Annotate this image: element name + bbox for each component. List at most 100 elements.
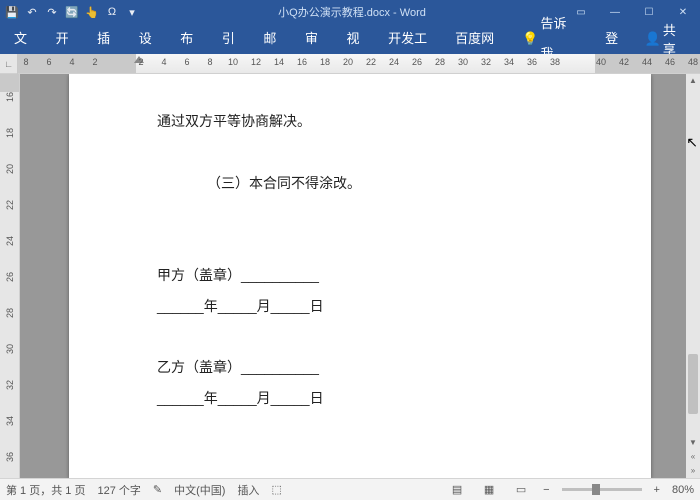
ruler-tick: 34 [504, 57, 514, 67]
document-title: 小Q办公演示教程.docx - Word [140, 4, 564, 20]
ruler-tick: 2 [92, 57, 97, 67]
ruler-tick: 10 [228, 57, 238, 67]
ruler-tick: 42 [619, 57, 629, 67]
ribbon-tabs: 文件 开始 插入 设计 布局 引用 邮件 审阅 视图 开发工具 百度网盘 💡 告… [0, 24, 700, 54]
paragraph[interactable]: ______年_____月_____日 [157, 291, 563, 322]
language[interactable]: 中文(中国) [174, 482, 225, 498]
zoom-level[interactable]: 80% [672, 484, 694, 496]
tab-developer[interactable]: 开发工具 [380, 24, 447, 54]
ruler-tick: 20 [5, 164, 15, 174]
tab-file[interactable]: 文件 [6, 24, 48, 54]
zoom-slider[interactable] [562, 488, 642, 491]
ruler-tick: 22 [366, 57, 376, 67]
share-label: 共享 [663, 20, 688, 58]
ruler-tick: 44 [642, 57, 652, 67]
tab-insert[interactable]: 插入 [89, 24, 131, 54]
tab-selector[interactable]: ∟ [0, 54, 18, 74]
paragraph[interactable]: ______年_____月_____日 [157, 383, 563, 414]
tab-review[interactable]: 审阅 [297, 24, 339, 54]
workspace: 161820222426283032343638 通过双方平等协商解决。 （三）… [0, 74, 700, 478]
minimize-icon[interactable]: — [598, 0, 632, 24]
tab-layout[interactable]: 布局 [172, 24, 214, 54]
paragraph[interactable]: 通过双方平等协商解决。 [157, 106, 563, 137]
ruler-tick: 14 [274, 57, 284, 67]
tell-me[interactable]: 💡 告诉我... [514, 24, 597, 54]
ruler-tick: 36 [527, 57, 537, 67]
vertical-ruler[interactable]: 161820222426283032343638 [0, 74, 20, 478]
sync-icon[interactable]: 🔄 [64, 4, 80, 20]
paragraph[interactable]: 乙方（盖章）__________ [157, 352, 563, 383]
insert-mode[interactable]: 插入 [237, 482, 259, 498]
document-page[interactable]: 通过双方平等协商解决。 （三）本合同不得涂改。 甲方（盖章）__________… [69, 74, 651, 478]
ruler-tick: 8 [207, 57, 212, 67]
read-mode-icon[interactable]: ▤ [447, 482, 467, 498]
ruler-tick: 20 [343, 57, 353, 67]
web-layout-icon[interactable]: ▭ [511, 482, 531, 498]
zoom-knob[interactable] [592, 484, 600, 495]
save-icon[interactable]: 💾 [4, 4, 20, 20]
tab-design[interactable]: 设计 [131, 24, 173, 54]
paragraph[interactable]: 甲方（盖章）__________ [157, 260, 563, 291]
ruler-tick: 6 [184, 57, 189, 67]
ruler-tick: 38 [550, 57, 560, 67]
ruler-tick: 6 [46, 57, 51, 67]
ruler-tick: 24 [389, 57, 399, 67]
ruler-tick: 34 [5, 416, 15, 426]
tab-baidu[interactable]: 百度网盘 [447, 24, 514, 54]
ruler-tick: 28 [435, 57, 445, 67]
ruler-tick: 36 [5, 452, 15, 462]
ruler-tick: 40 [596, 57, 606, 67]
scroll-down-icon[interactable]: ▼ [686, 436, 700, 450]
title-bar: 💾 ↶ ↷ 🔄 👆 Ω ▾ 小Q办公演示教程.docx - Word ▭ — ☐… [0, 0, 700, 24]
lightbulb-icon: 💡 [522, 24, 538, 54]
ruler-tick: 26 [5, 272, 15, 282]
status-bar: 第 1 页，共 1 页 127 个字 ✎ 中文(中国) 插入 ⬚ ▤ ▦ ▭ −… [0, 478, 700, 500]
scroll-thumb[interactable] [688, 354, 698, 414]
macro-icon[interactable]: ⬚ [271, 483, 281, 496]
ruler-tick: 30 [458, 57, 468, 67]
redo-icon[interactable]: ↷ [44, 4, 60, 20]
scroll-up-icon[interactable]: ▲ [686, 74, 700, 88]
next-page-icon[interactable]: » [686, 464, 700, 478]
tab-home[interactable]: 开始 [48, 24, 90, 54]
tab-references[interactable]: 引用 [214, 24, 256, 54]
page-number[interactable]: 第 1 页，共 1 页 [6, 482, 85, 498]
vertical-scrollbar[interactable]: ▲ ▼ « » [686, 74, 700, 478]
undo-icon[interactable]: ↶ [24, 4, 40, 20]
person-icon: 👤 [645, 31, 661, 47]
ruler-tick: 8 [23, 57, 28, 67]
ruler-tick: 22 [5, 200, 15, 210]
ruler-tick: 24 [5, 236, 15, 246]
ruler-tick: 16 [297, 57, 307, 67]
share-button[interactable]: 👤 共享 [639, 20, 694, 58]
omega-icon[interactable]: Ω [104, 4, 120, 20]
ruler-tick: 2 [138, 57, 143, 67]
ruler-tick: 32 [481, 57, 491, 67]
tab-mailings[interactable]: 邮件 [255, 24, 297, 54]
zoom-out-button[interactable]: − [543, 484, 549, 496]
tab-view[interactable]: 视图 [339, 24, 381, 54]
ruler-tick: 18 [320, 57, 330, 67]
quick-access-toolbar: 💾 ↶ ↷ 🔄 👆 Ω ▾ [0, 4, 140, 20]
signin-button[interactable]: 登录 [597, 24, 639, 54]
print-layout-icon[interactable]: ▦ [479, 482, 499, 498]
ruler-tick: 4 [161, 57, 166, 67]
prev-page-icon[interactable]: « [686, 450, 700, 464]
ruler-tick: 32 [5, 380, 15, 390]
proofing-icon[interactable]: ✎ [153, 483, 162, 496]
horizontal-ruler[interactable]: ∟ 86422468101214161820222426283032343638… [0, 54, 700, 74]
paragraph[interactable]: （三）本合同不得涂改。 [157, 168, 563, 199]
ruler-margin-left [18, 54, 136, 73]
ruler-tick: 12 [251, 57, 261, 67]
page-area: 通过双方平等协商解决。 （三）本合同不得涂改。 甲方（盖章）__________… [20, 74, 700, 478]
ruler-tick: 16 [5, 92, 15, 102]
ruler-tick: 48 [688, 57, 698, 67]
ruler-margin-top [0, 74, 19, 92]
qat-dropdown-icon[interactable]: ▾ [124, 4, 140, 20]
word-count[interactable]: 127 个字 [97, 482, 140, 498]
touch-mode-icon[interactable]: 👆 [84, 4, 100, 20]
ruler-tick: 18 [5, 128, 15, 138]
ruler-tick: 4 [69, 57, 74, 67]
zoom-in-button[interactable]: + [654, 484, 660, 496]
ruler-tick: 26 [412, 57, 422, 67]
